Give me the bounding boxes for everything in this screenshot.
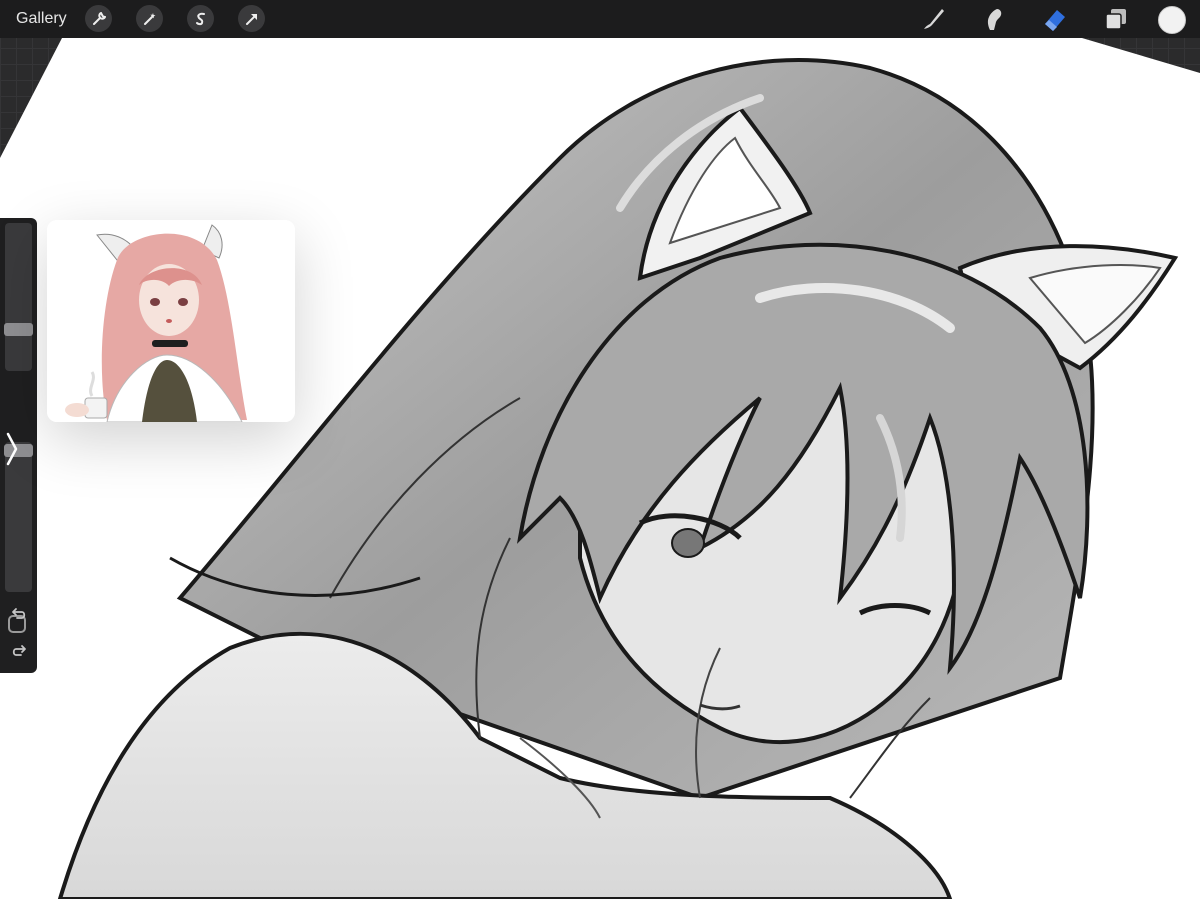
transform-icon[interactable] — [238, 5, 265, 32]
brush-icon[interactable] — [919, 5, 947, 33]
grayscale-artwork — [57, 58, 1179, 899]
brush-size-knob[interactable] — [4, 323, 33, 336]
reference-window[interactable] — [47, 220, 295, 422]
gallery-button[interactable]: Gallery — [16, 10, 67, 28]
magic-wand-icon[interactable] — [136, 5, 163, 32]
smudge-icon[interactable] — [980, 5, 1008, 33]
reference-image — [47, 220, 295, 422]
color-picker-button[interactable] — [1158, 6, 1186, 34]
eraser-icon[interactable] — [1041, 5, 1069, 33]
top-toolbar: Gallery — [0, 0, 1200, 38]
layers-icon[interactable] — [1102, 5, 1130, 33]
redo-icon[interactable] — [0, 639, 37, 661]
selection-icon[interactable] — [187, 5, 214, 32]
collapse-chevron-icon[interactable] — [0, 422, 26, 476]
undo-icon[interactable] — [0, 602, 37, 624]
drawing-canvas[interactable] — [0, 38, 1200, 899]
wrench-icon[interactable] — [85, 5, 112, 32]
brush-size-slider[interactable] — [4, 223, 33, 371]
